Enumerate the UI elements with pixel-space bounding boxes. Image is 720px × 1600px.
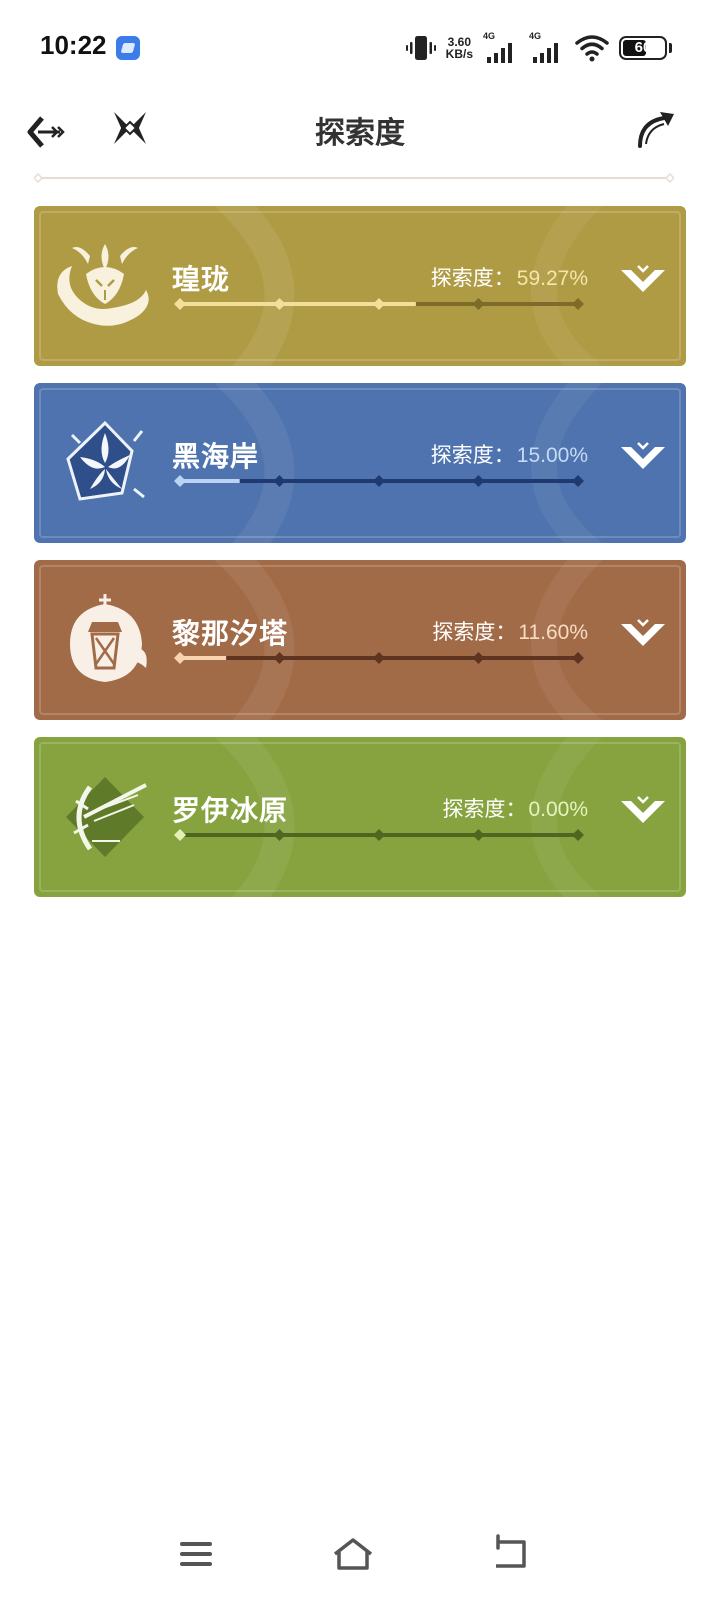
rate-value: 59.27% — [516, 267, 588, 290]
sim2-network-tag: 4G — [529, 31, 542, 41]
status-indicators: 3.60 KB/s 4G 4G 60 — [405, 30, 672, 66]
sim2-signal: 4G — [529, 31, 565, 63]
progress-milestone-marker — [572, 829, 584, 841]
region-card-huanglong[interactable]: 瑝珑 探索度：59.27% — [34, 206, 686, 366]
network-speed-unit: KB/s — [445, 47, 473, 61]
progress-milestone-marker — [472, 298, 485, 310]
region-list: 瑝珑 探索度：59.27% 黑海岸 探索度：15.00% 黎那汐塔 探索度：11… — [34, 206, 686, 914]
share-arrow-icon — [638, 112, 674, 148]
back-icon — [496, 1534, 526, 1568]
rate-label: 探索度： — [430, 444, 515, 467]
lantern-emblem-icon — [70, 594, 147, 682]
region-exploration-rate: 探索度：59.27% — [431, 262, 588, 292]
progress-milestone-marker — [472, 652, 485, 664]
sim1-signal: 4G — [483, 31, 519, 63]
progress-milestone-marker — [572, 298, 584, 310]
app-notification-icon — [116, 36, 140, 60]
region-exploration-rate: 探索度：0.00% — [442, 793, 588, 823]
region-name: 黑海岸 — [172, 441, 260, 472]
region-exploration-rate: 探索度：15.00% — [431, 439, 588, 469]
progress-milestone-marker — [174, 298, 186, 310]
dragon-emblem-icon — [57, 244, 149, 326]
exploration-progress-bar — [174, 829, 584, 841]
progress-milestone-marker — [373, 652, 385, 664]
progress-milestone-marker — [273, 475, 286, 487]
rate-label: 探索度： — [442, 798, 527, 821]
progress-milestone-marker — [273, 829, 286, 841]
expand-button[interactable] — [618, 437, 668, 477]
battery-icon: 60 — [619, 36, 667, 60]
network-speed: 3.60 KB/s — [446, 36, 473, 60]
region-exploration-rate: 探索度：11.60% — [432, 616, 588, 646]
battery-level: 60 — [634, 39, 652, 56]
progress-milestone-marker — [174, 829, 186, 841]
vibrate-icon — [405, 36, 436, 60]
region-card-roya-frostlands[interactable]: 罗伊冰原 探索度：0.00% — [34, 737, 686, 897]
progress-milestone-marker — [174, 652, 186, 664]
exploration-progress-bar — [174, 652, 584, 664]
wifi-icon — [575, 35, 609, 62]
page-title: 探索度 — [315, 117, 405, 150]
progress-milestone-marker — [373, 475, 385, 487]
region-card-rinascita[interactable]: 黎那汐塔 探索度：11.60% — [34, 560, 686, 720]
status-time: 10:22 — [40, 30, 107, 60]
sim1-network-tag: 4G — [483, 31, 496, 41]
ice-crest-emblem-icon — [66, 777, 147, 857]
progress-milestone-marker — [273, 652, 286, 664]
signal-bars-icon — [533, 43, 558, 63]
progress-milestone-marker — [572, 652, 584, 664]
progress-milestone-marker — [472, 475, 485, 487]
rate-value: 11.60% — [518, 621, 588, 644]
progress-milestone-marker — [174, 475, 186, 487]
progress-milestone-marker — [572, 475, 584, 487]
rate-value: 15.00% — [516, 444, 588, 467]
progress-milestone-marker — [273, 298, 286, 310]
region-name: 瑝珑 — [172, 264, 231, 295]
home-icon — [333, 1538, 373, 1570]
exploration-progress-bar — [174, 475, 584, 487]
chevron-down-icon — [621, 624, 665, 646]
rate-label: 探索度： — [430, 267, 515, 290]
region-name: 罗伊冰原 — [172, 795, 289, 826]
expand-button[interactable] — [618, 614, 668, 654]
expand-button[interactable] — [618, 260, 668, 300]
expand-button[interactable] — [618, 791, 668, 831]
header-divider — [34, 173, 674, 183]
progress-milestone-marker — [373, 829, 385, 841]
region-name: 黎那汐塔 — [172, 618, 289, 649]
battery-cap — [669, 43, 672, 53]
share-button[interactable] — [634, 104, 682, 152]
home-button[interactable] — [327, 1532, 379, 1576]
rate-label: 探索度： — [432, 621, 517, 644]
status-bar: 10:22 3.60 KB/s 4G 4G 60 — [0, 0, 720, 96]
progress-milestone-marker — [373, 298, 385, 310]
rate-value: 0.00% — [528, 798, 588, 821]
chevron-down-icon — [621, 447, 665, 469]
progress-milestone-marker — [472, 829, 485, 841]
exploration-progress-bar — [174, 298, 584, 310]
system-nav-bar — [0, 1510, 720, 1600]
menu-icon — [180, 1542, 212, 1566]
signal-bars-icon — [487, 43, 512, 63]
menu-button[interactable] — [170, 1532, 222, 1576]
star-flower-emblem-icon — [66, 420, 145, 501]
back-nav-button[interactable] — [484, 1532, 536, 1576]
chevron-down-icon — [621, 270, 665, 292]
page-header: 探索度 — [0, 96, 720, 160]
region-card-black-shores[interactable]: 黑海岸 探索度：15.00% — [34, 383, 686, 543]
chevron-down-icon — [621, 801, 665, 823]
